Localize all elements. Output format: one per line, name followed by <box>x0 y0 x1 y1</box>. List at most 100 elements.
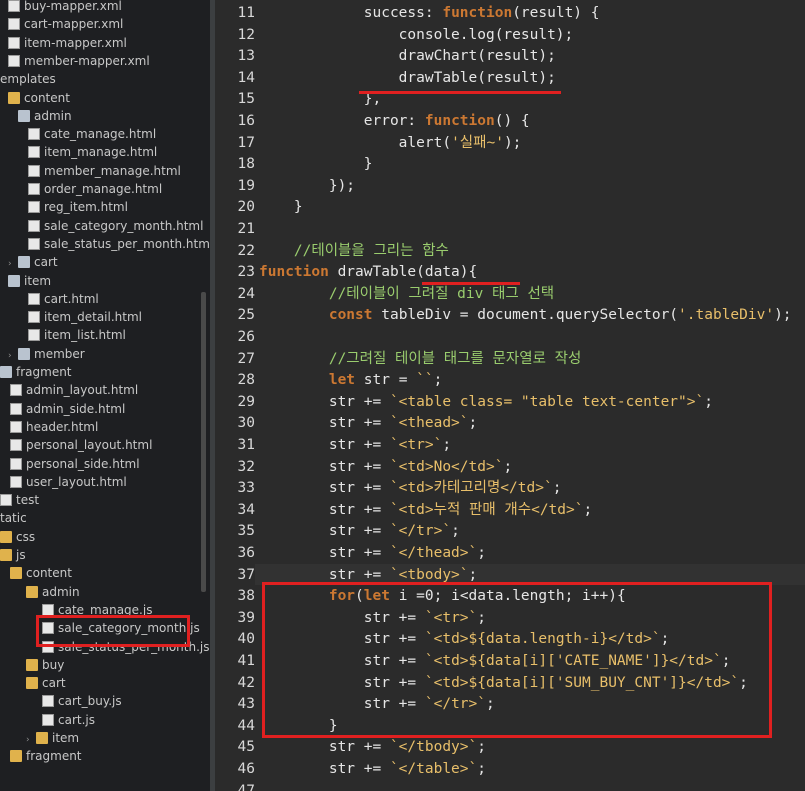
tree-item[interactable]: cart <box>26 674 66 692</box>
tree-item[interactable]: fragment <box>0 363 72 381</box>
tree-item[interactable]: › item <box>26 729 79 747</box>
tree-item[interactable]: cart.js <box>42 711 95 729</box>
code-line[interactable]: str += `</tr>`; <box>259 521 460 543</box>
tree-item[interactable]: cart_buy.js <box>42 692 122 710</box>
file-icon <box>10 420 22 433</box>
tree-item[interactable]: item_detail.html <box>28 308 142 326</box>
tree-item[interactable]: sale_status_per_month.html <box>28 235 210 253</box>
tree-item[interactable]: cart-mapper.xml <box>8 15 123 33</box>
tree-item[interactable]: admin <box>26 583 80 601</box>
annotation-box-for-loop <box>262 582 772 738</box>
tree-item[interactable]: content <box>8 89 70 107</box>
line-number: 17 <box>237 134 255 151</box>
code-token: ); <box>774 307 792 324</box>
code-line[interactable]: str += `<tr>`; <box>259 435 451 457</box>
tree-item[interactable]: fragment <box>10 747 82 765</box>
code-token: str += <box>259 437 390 453</box>
code-line[interactable]: const tableDiv = document.querySelector(… <box>259 305 792 327</box>
code-line[interactable]: function drawTable(data){ <box>259 262 477 284</box>
tree-item-label: cart <box>42 676 66 691</box>
code-token: `<table class= "table text-center">` <box>389 393 705 410</box>
tree-item[interactable]: item-mapper.xml <box>8 34 127 52</box>
file-icon <box>28 183 40 195</box>
tree-item[interactable]: › member <box>8 345 85 363</box>
code-line[interactable]: //테이블이 그려질 div 태그 선택 <box>259 284 554 306</box>
line-number: 11 <box>237 5 255 21</box>
tree-item[interactable]: personal_layout.html <box>10 436 152 454</box>
tree-item-label: member_manage.html <box>44 163 181 178</box>
tree-item[interactable]: reg_item.html <box>28 198 128 216</box>
code-line[interactable]: str += `<table class= "table text-center… <box>259 392 713 414</box>
code-token: ; <box>503 458 513 475</box>
tree-item[interactable]: js <box>0 546 26 564</box>
code-line[interactable]: let str = ``; <box>259 370 443 392</box>
code-line[interactable]: }); <box>259 176 355 198</box>
code-token: ; <box>477 739 486 756</box>
code-editor[interactable]: 11 12 13 14 15 16 17 18 19 20 21 22 23 24 25 26 27 28 29 30… <box>215 0 805 791</box>
code-line[interactable]: } <box>259 154 373 176</box>
tree-item[interactable]: member_manage.html <box>28 162 181 180</box>
tree-item[interactable]: cate_manage.html <box>28 125 156 143</box>
code-token: `<tbody>` <box>389 566 469 583</box>
tree-item[interactable]: emplates <box>0 70 56 88</box>
explorer-scrollbar[interactable] <box>201 292 206 592</box>
file-icon <box>28 128 40 141</box>
code-line[interactable]: error: function() { <box>259 111 530 133</box>
code-line[interactable]: str += `<td>No</td>`; <box>259 457 512 479</box>
tree-item[interactable]: personal_side.html <box>10 455 140 473</box>
code-line[interactable]: drawTable(result); <box>259 68 556 90</box>
code-line[interactable]: str += `</table>`; <box>259 759 486 781</box>
tree-item[interactable]: test <box>0 491 39 509</box>
line-number: 14 <box>237 69 255 86</box>
tree-item[interactable]: buy <box>26 656 64 674</box>
code-line[interactable]: str += `<td>카테고리명</td>`; <box>259 478 562 500</box>
package-icon <box>18 256 30 269</box>
line-number: 36 <box>237 545 255 561</box>
tree-item[interactable]: tatic <box>0 509 27 527</box>
tree-item[interactable]: cart.html <box>28 290 99 308</box>
tree-item[interactable]: admin_layout.html <box>10 381 138 399</box>
chevron-right-icon[interactable]: › <box>8 255 18 273</box>
tree-item[interactable]: user_layout.html <box>10 473 127 491</box>
code-line[interactable]: //테이블을 그리는 함수 <box>259 241 449 263</box>
code-token: `<td>No</td>` <box>389 458 504 475</box>
tree-item[interactable]: › cart <box>8 253 58 271</box>
code-token: `<td>누적 판매 개수</td>` <box>389 501 584 518</box>
tree-item[interactable]: header.html <box>10 418 98 436</box>
code-token: str += <box>259 566 390 583</box>
tree-item[interactable]: item <box>8 272 51 290</box>
code-token: str += <box>259 415 390 432</box>
tree-item[interactable]: admin_side.html <box>10 400 125 418</box>
code-token: ; <box>477 761 486 777</box>
tree-item[interactable]: member-mapper.xml <box>8 52 150 70</box>
line-number: 12 <box>237 26 255 43</box>
code-token: drawChart(result); <box>259 48 556 65</box>
code-line[interactable]: alert('실패~'); <box>259 133 522 155</box>
code-line[interactable]: console.log(result); <box>259 25 574 47</box>
code-token: //그려질 테이블 태그를 문자열로 작성 <box>259 350 582 367</box>
code-line[interactable]: //그려질 테이블 태그를 문자열로 작성 <box>259 349 582 371</box>
package-icon <box>18 347 30 360</box>
folder-icon <box>10 567 22 580</box>
file-icon <box>42 695 54 708</box>
code-line[interactable]: } <box>259 197 303 219</box>
code-token: error: <box>259 113 425 129</box>
tree-item[interactable]: sale_category_month.html <box>28 217 203 235</box>
code-line[interactable]: str += `<td>누적 판매 개수</td>`; <box>259 500 592 522</box>
code-line[interactable]: str += `</thead>`; <box>259 543 486 565</box>
tree-item[interactable]: order_manage.html <box>28 180 162 198</box>
code-token: '.tableDiv' <box>678 307 775 324</box>
code-line[interactable]: drawChart(result); <box>259 46 556 68</box>
tree-item[interactable]: buy-mapper.xml <box>8 0 122 15</box>
tree-item[interactable]: css <box>0 528 35 546</box>
code-line[interactable]: str += `<thead>`; <box>259 413 477 435</box>
tree-item[interactable]: item_manage.html <box>28 143 157 161</box>
tree-item[interactable]: admin <box>18 107 72 125</box>
code-line[interactable]: str += `</tbody>`; <box>259 737 486 759</box>
code-line[interactable]: success: function(result) { <box>259 3 600 25</box>
tree-item[interactable]: item_list.html <box>28 326 126 344</box>
chevron-right-icon[interactable]: › <box>8 347 18 365</box>
line-number: 46 <box>237 761 255 777</box>
tree-item[interactable]: content <box>10 564 72 582</box>
chevron-right-icon[interactable]: › <box>26 731 36 749</box>
